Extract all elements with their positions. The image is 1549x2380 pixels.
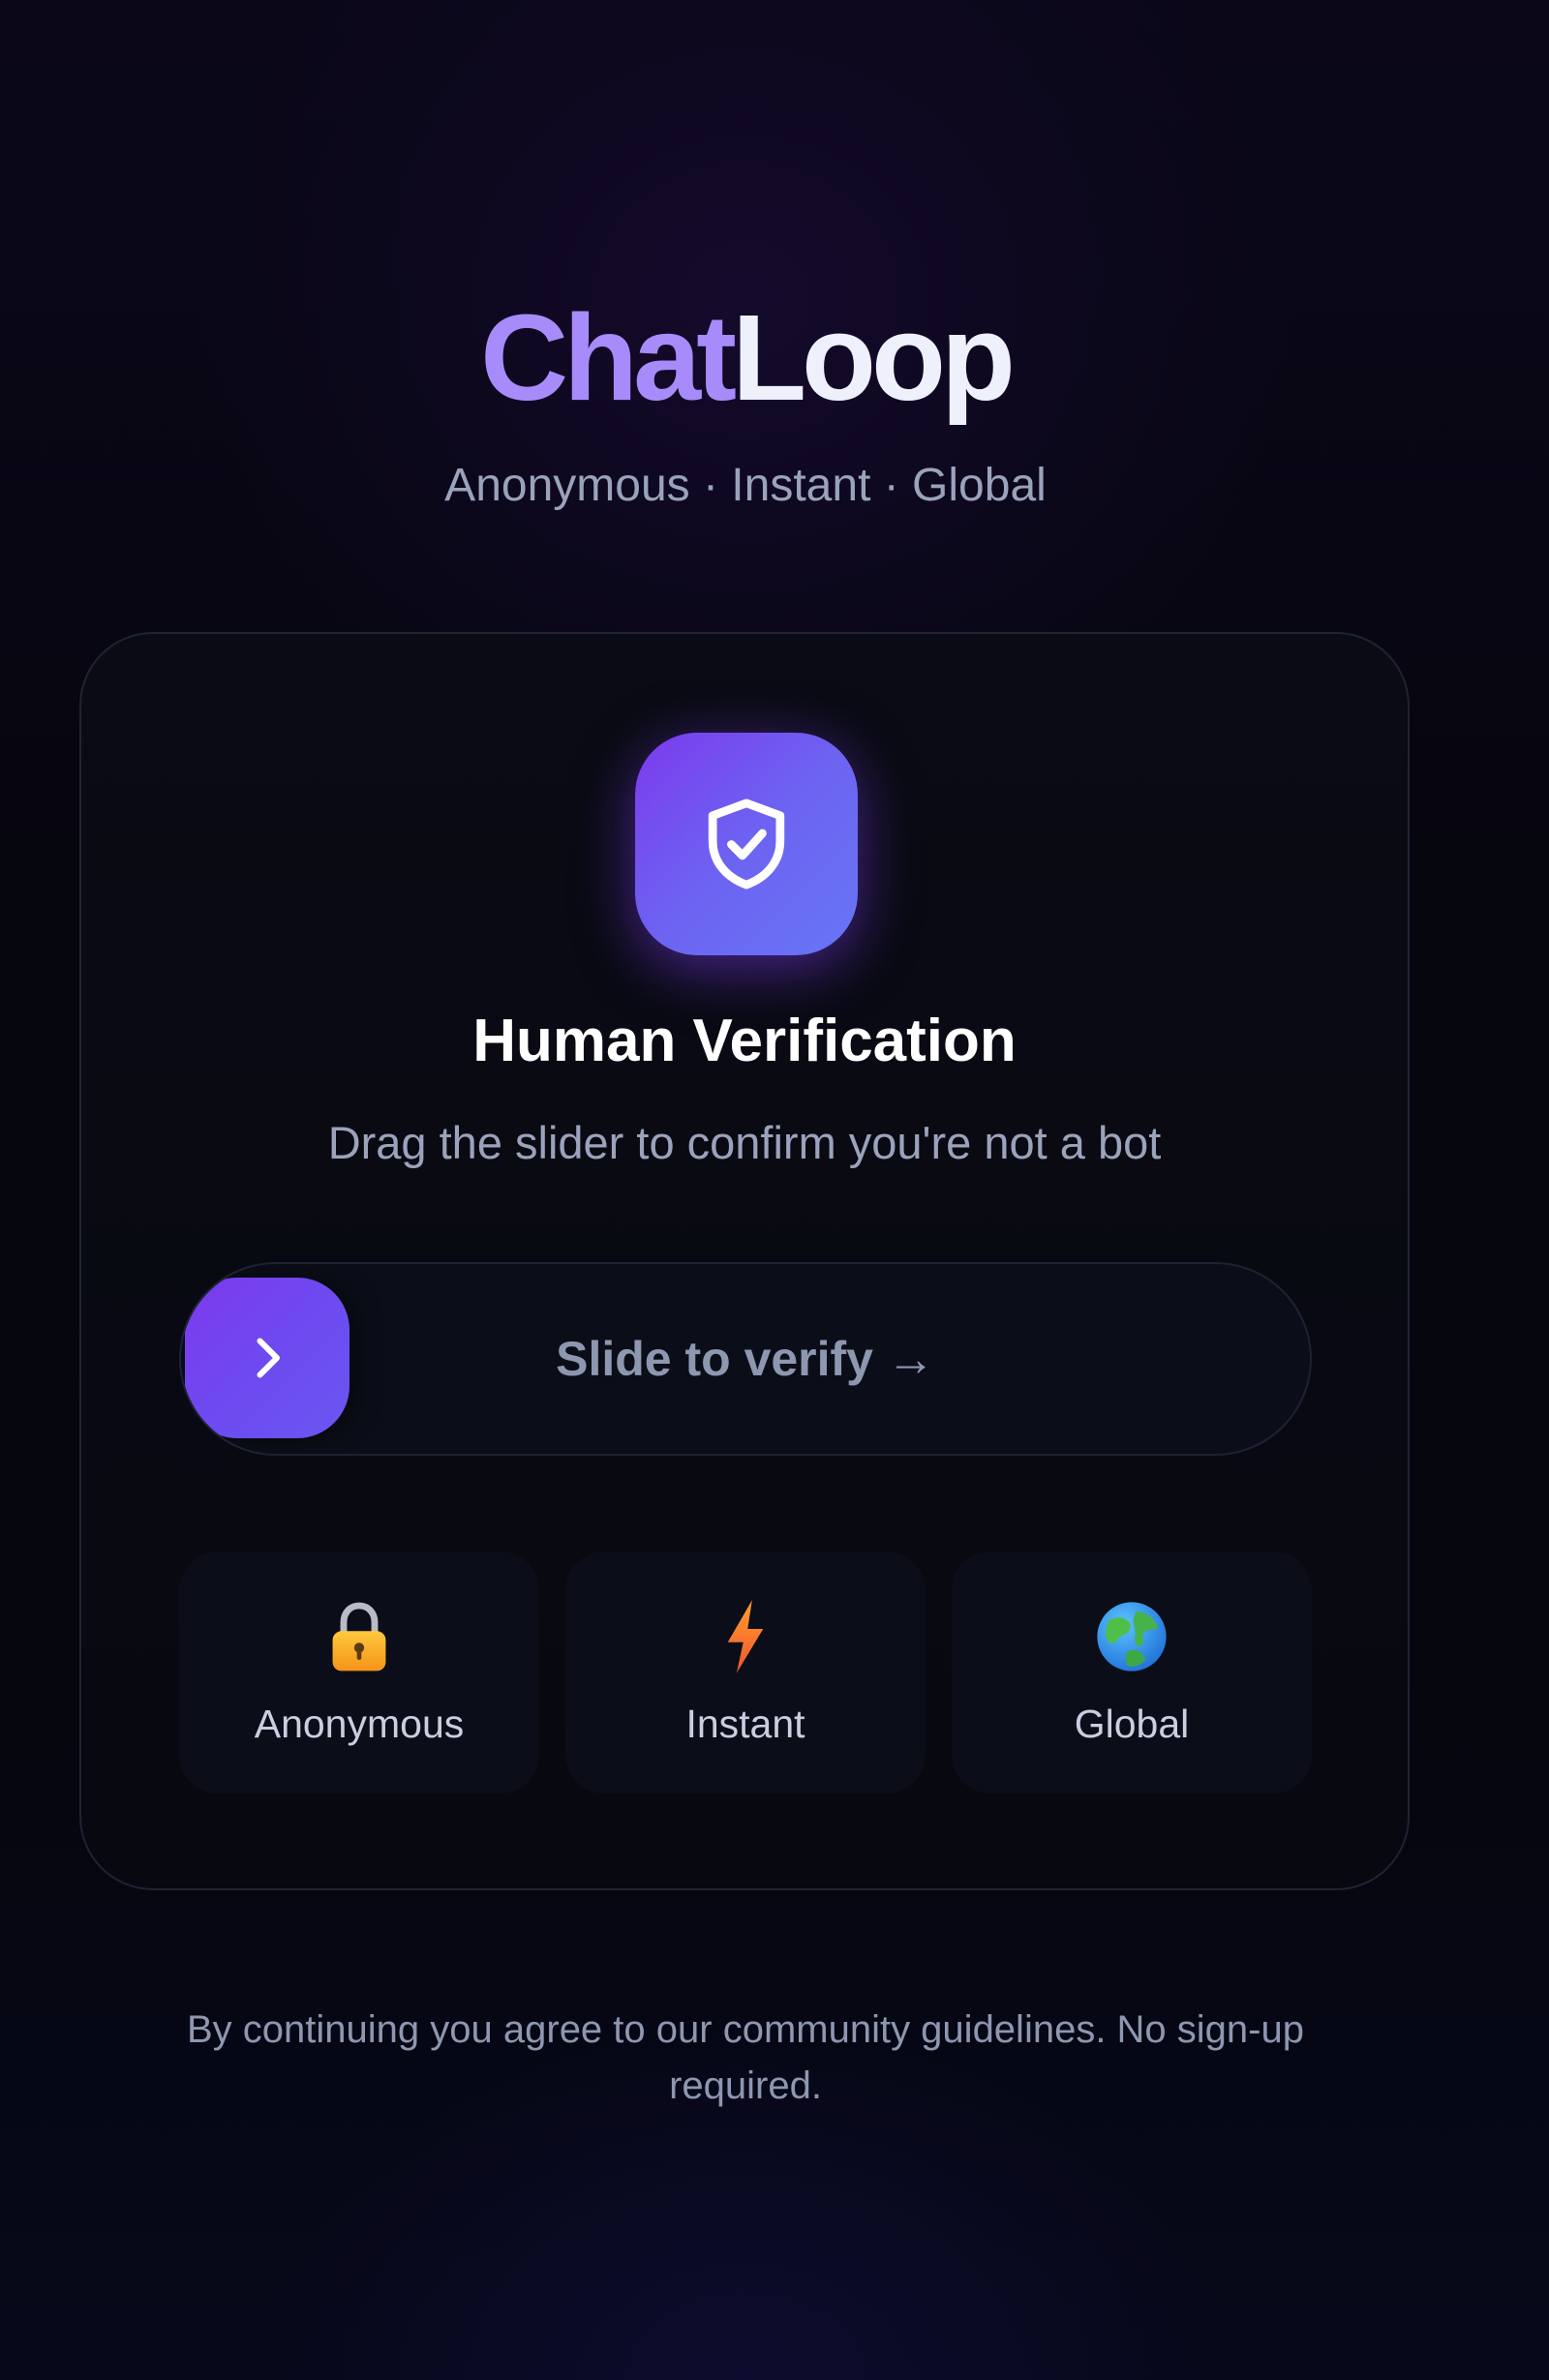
- slider-handle[interactable]: [185, 1278, 349, 1438]
- lock-icon: [179, 1596, 539, 1677]
- chevron-right-icon: [257, 1338, 280, 1378]
- brand-name-chat: Chat: [480, 289, 737, 426]
- feature-instant: Instant: [565, 1552, 926, 1793]
- verification-card: Human Verification Drag the slider to co…: [79, 632, 1410, 1890]
- feature-label: Anonymous: [254, 1702, 465, 1746]
- globe-icon: [952, 1596, 1312, 1677]
- brand-logo: ChatLoop: [0, 286, 1491, 431]
- shield-check-icon: [635, 733, 858, 955]
- verification-subtitle: Drag the slider to confirm you're not a …: [327, 1117, 1162, 1168]
- lightning-icon: [565, 1596, 926, 1677]
- brand-tagline: Anonymous · Instant · Global: [444, 460, 1047, 511]
- feature-list: Anonymous Instant Global: [179, 1552, 1312, 1793]
- feature-anonymous: Anonymous: [179, 1552, 539, 1793]
- verification-title: Human Verification: [472, 1008, 1017, 1074]
- feature-global: Global: [952, 1552, 1312, 1793]
- footer-disclaimer: By continuing you agree to our community…: [187, 2008, 1304, 2107]
- feature-label: Instant: [685, 1702, 805, 1746]
- brand-name-loop: Loop: [732, 289, 1016, 426]
- verify-slider-track[interactable]: Slide to verify →: [179, 1262, 1312, 1456]
- slider-label: Slide to verify →: [556, 1332, 935, 1386]
- feature-label: Global: [1074, 1702, 1190, 1746]
